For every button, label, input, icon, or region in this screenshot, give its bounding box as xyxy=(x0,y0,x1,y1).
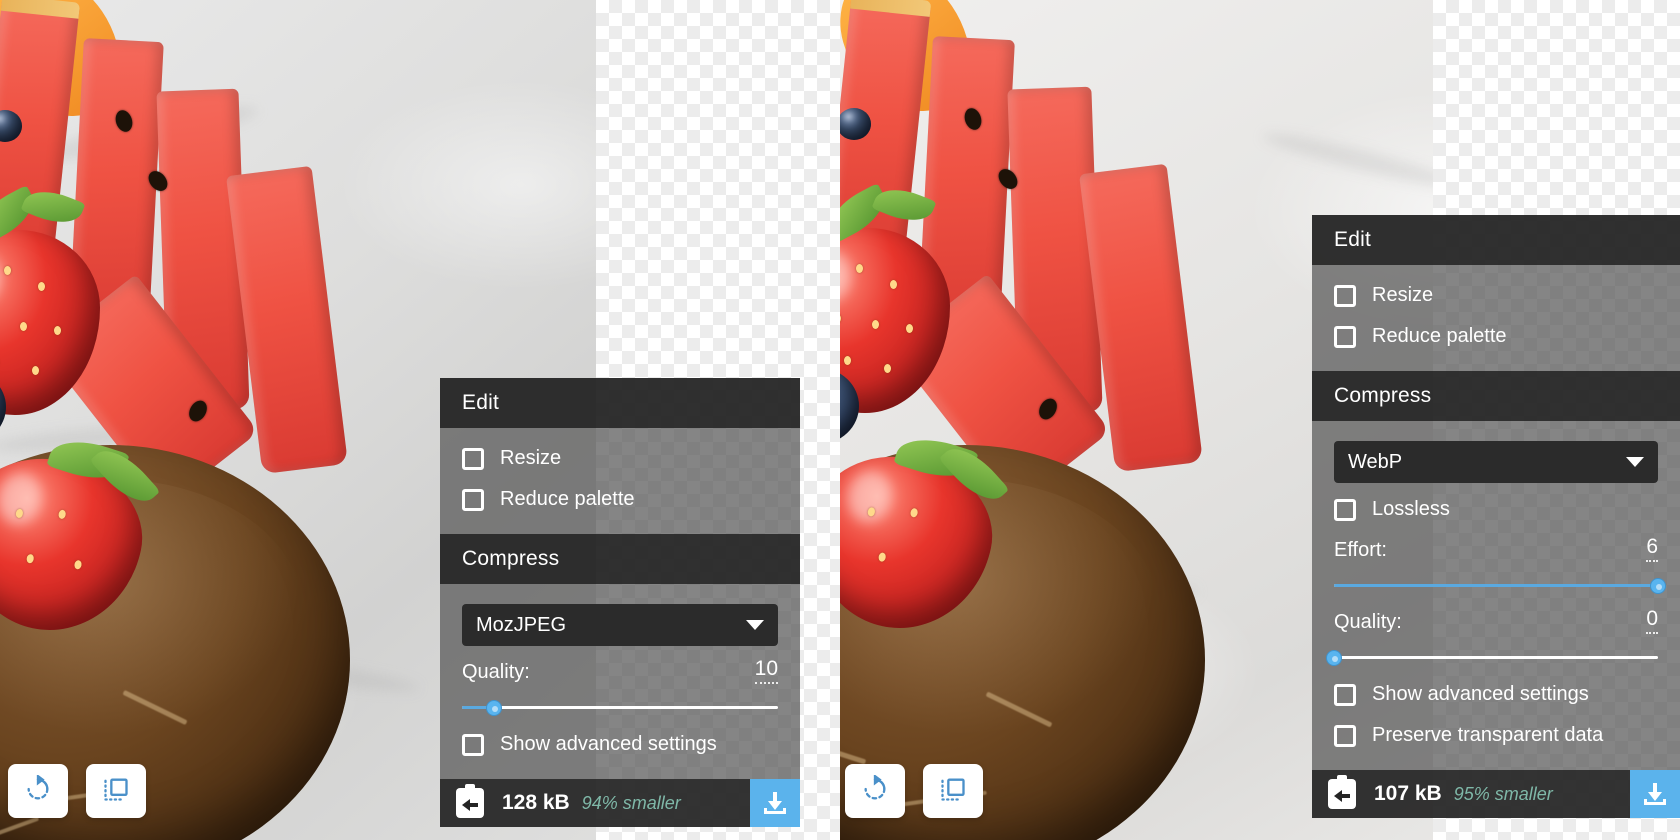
chevron-down-icon xyxy=(1626,457,1644,467)
quality-value-right: 0 xyxy=(1646,608,1658,634)
reduce-palette-label-right: Reduce palette xyxy=(1372,325,1507,347)
quality-value-left: 10 xyxy=(754,658,778,684)
savings-left: 94% smaller xyxy=(581,792,681,813)
codec-select-right[interactable]: WebP xyxy=(1334,441,1658,483)
resize-checkbox-right[interactable] xyxy=(1334,284,1356,307)
show-advanced-checkbox-right[interactable] xyxy=(1334,683,1356,706)
rotate-button[interactable] xyxy=(8,764,68,818)
preserve-transparent-checkbox-right[interactable] xyxy=(1334,724,1356,747)
download-icon xyxy=(1644,783,1666,805)
show-advanced-label-right: Show advanced settings xyxy=(1372,683,1589,705)
show-advanced-option-left[interactable]: Show advanced settings xyxy=(440,724,800,765)
quality-label-left: Quality: xyxy=(462,661,530,683)
compress-section-header-right: Compress xyxy=(1312,371,1680,421)
fruit-bowl-artwork-left xyxy=(0,0,440,840)
resize-label-left: Resize xyxy=(500,447,562,469)
left-tool-group[interactable] xyxy=(8,764,146,818)
resize-option-right[interactable]: Resize xyxy=(1312,275,1680,316)
effort-value-right: 6 xyxy=(1646,536,1658,562)
codec-select-value-left: MozJPEG xyxy=(476,613,567,636)
file-size-right: 107 kB xyxy=(1374,782,1442,805)
crop-button-right[interactable] xyxy=(923,764,983,818)
slider-track xyxy=(462,706,778,709)
resize-label-right: Resize xyxy=(1372,284,1434,306)
reduce-palette-checkbox-left[interactable] xyxy=(462,488,484,511)
reduce-palette-option-right[interactable]: Reduce palette xyxy=(1312,316,1680,357)
lossless-label-right: Lossless xyxy=(1372,498,1450,520)
lossless-checkbox-right[interactable] xyxy=(1334,498,1356,521)
effort-slider-right[interactable] xyxy=(1334,574,1666,598)
quality-slider-right[interactable] xyxy=(1326,646,1658,670)
slider-thumb[interactable] xyxy=(1650,578,1666,594)
fruit-bowl-artwork-right xyxy=(840,0,1285,840)
reduce-palette-checkbox-right[interactable] xyxy=(1334,325,1356,348)
file-size-left: 128 kB xyxy=(502,791,570,814)
edit-section-body-right: Resize Reduce palette xyxy=(1312,265,1680,371)
slider-track xyxy=(1334,656,1658,659)
save-back-icon xyxy=(1328,775,1356,809)
reduce-palette-label-left: Reduce palette xyxy=(500,488,635,510)
quality-field-right[interactable]: Quality: 0 xyxy=(1312,602,1680,674)
resize-checkbox-left[interactable] xyxy=(462,447,484,470)
show-advanced-option-right[interactable]: Show advanced settings xyxy=(1312,674,1680,715)
rotate-right-icon xyxy=(861,773,889,808)
crop-select-icon xyxy=(939,775,967,808)
quality-slider-left[interactable] xyxy=(462,696,778,720)
compress-section-body-right: WebP Lossless Effort: 6 Quality: 0 Show … xyxy=(1312,421,1680,770)
output-bar-right: 107 kB 95% smaller xyxy=(1312,770,1680,818)
reduce-palette-option-left[interactable]: Reduce palette xyxy=(440,479,800,520)
edit-section-body-left: Resize Reduce palette xyxy=(440,428,800,534)
crop-select-icon xyxy=(102,775,130,808)
save-back-icon xyxy=(456,784,484,818)
edit-section-header-left: Edit xyxy=(440,378,800,428)
show-advanced-checkbox-left[interactable] xyxy=(462,733,484,756)
download-button-right[interactable] xyxy=(1630,770,1680,818)
download-icon xyxy=(764,792,786,814)
slider-thumb[interactable] xyxy=(1326,650,1342,666)
slider-fill xyxy=(1334,584,1658,587)
show-advanced-label-left: Show advanced settings xyxy=(500,733,717,755)
preserve-transparent-label-right: Preserve transparent data xyxy=(1372,724,1604,746)
slider-thumb[interactable] xyxy=(485,700,502,716)
lossless-option-right[interactable]: Lossless xyxy=(1312,489,1680,530)
rotate-right-icon xyxy=(24,773,52,808)
chevron-down-icon xyxy=(746,620,764,630)
settings-panel-right[interactable]: Edit Resize Reduce palette Compress WebP… xyxy=(1312,215,1680,818)
compress-section-header-left: Compress xyxy=(440,534,800,584)
compress-section-body-left: MozJPEG Quality: 10 Show advanced settin… xyxy=(440,584,800,779)
savings-right: 95% smaller xyxy=(1453,783,1553,804)
output-bar-left: 128 kB 94% smaller xyxy=(440,779,800,827)
crop-button[interactable] xyxy=(86,764,146,818)
edit-section-header-right: Edit xyxy=(1312,215,1680,265)
rotate-button-right[interactable] xyxy=(845,764,905,818)
download-button-left[interactable] xyxy=(750,779,800,827)
quality-label-right: Quality: xyxy=(1334,611,1402,633)
resize-option-left[interactable]: Resize xyxy=(440,438,800,479)
quality-field-left[interactable]: Quality: 10 xyxy=(440,652,800,724)
right-tool-group[interactable] xyxy=(845,764,983,818)
codec-select-left[interactable]: MozJPEG xyxy=(462,604,778,646)
effort-field-right[interactable]: Effort: 6 xyxy=(1312,530,1680,602)
effort-label-right: Effort: xyxy=(1334,539,1387,561)
codec-select-value-right: WebP xyxy=(1348,450,1403,473)
preserve-transparent-option-right[interactable]: Preserve transparent data xyxy=(1312,715,1680,756)
settings-panel-left[interactable]: Edit Resize Reduce palette Compress MozJ… xyxy=(440,378,800,827)
